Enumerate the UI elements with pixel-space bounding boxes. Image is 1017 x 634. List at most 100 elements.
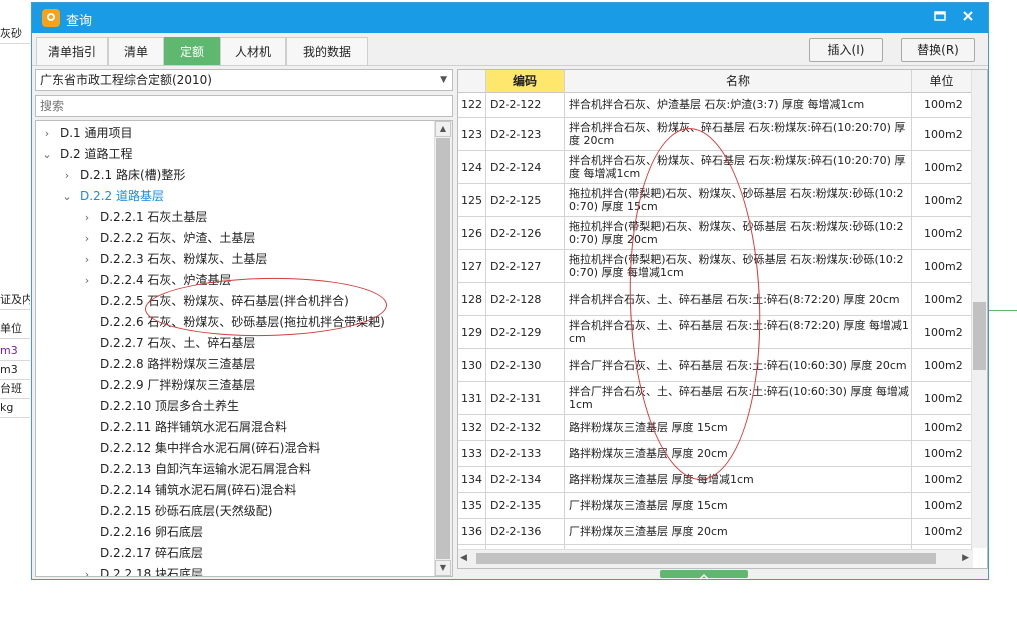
- tree-item[interactable]: D.2.2.16 卵石底层: [80, 522, 203, 543]
- tree-item[interactable]: D.2.2.11 路拌铺筑水泥石屑混合料: [80, 417, 287, 438]
- column-header-name[interactable]: 名称: [565, 70, 912, 92]
- quota-name-cell: 路拌粉煤灰三渣基层 厚度 15cm: [565, 415, 912, 440]
- tree-item[interactable]: D.2.2.13 自卸汽车运输水泥石屑混合料: [80, 459, 311, 480]
- quota-unit-cell: 100m2: [912, 382, 972, 414]
- chevron-right-icon[interactable]: ›: [80, 270, 94, 291]
- quota-name-cell: 拌合机拌合石灰、土、碎石基层 石灰:土:碎石(8:72:20) 厚度 20cm: [565, 283, 912, 315]
- table-row[interactable]: 124 D2-2-124 拌合机拌合石灰、粉煤灰、碎石基层 石灰:粉煤灰:碎石(10…: [458, 151, 972, 184]
- quota-unit-cell: 100m2: [912, 415, 972, 440]
- tree-item[interactable]: D.2.2.6 石灰、粉煤灰、砂砾基层(拖拉机拌合带梨耙): [80, 312, 385, 333]
- table-row[interactable]: 135 D2-2-135 厂拌粉煤灰三渣基层 厚度 15cm 100m2: [458, 493, 972, 519]
- replace-button[interactable]: 替换(R): [901, 38, 975, 62]
- tree-item[interactable]: D.2.2.17 碎石底层: [80, 543, 203, 564]
- scroll-right-icon[interactable]: ▶: [962, 553, 969, 563]
- close-button[interactable]: [958, 8, 978, 28]
- table-row[interactable]: 130 D2-2-130 拌合厂拌合石灰、土、碎石基层 石灰:土:碎石(10:60:…: [458, 349, 972, 382]
- quota-name-cell: 路拌粉煤灰三渣基层 厚度 20cm: [565, 441, 912, 466]
- table-row[interactable]: 127 D2-2-127 拖拉机拌合(带梨耙)石灰、粉煤灰、砂砾基层 石灰:粉煤灰:…: [458, 250, 972, 283]
- table-row[interactable]: 136 D2-2-136 厂拌粉煤灰三渣基层 厚度 20cm 100m2: [458, 519, 972, 545]
- tab-quota[interactable]: 定额: [164, 37, 220, 65]
- tree-vertical-scrollbar[interactable]: ▲ ▼: [434, 121, 452, 576]
- column-header-code[interactable]: 编码: [486, 70, 565, 92]
- table-row[interactable]: 133 D2-2-133 路拌粉煤灰三渣基层 厚度 20cm 100m2: [458, 441, 972, 467]
- chevron-right-icon[interactable]: ›: [80, 207, 94, 228]
- table-vertical-scrollbar[interactable]: [971, 70, 987, 548]
- table-row[interactable]: 132 D2-2-132 路拌粉煤灰三渣基层 厚度 15cm 100m2: [458, 415, 972, 441]
- table-scroll-thumb[interactable]: [973, 302, 986, 370]
- tab-bill[interactable]: 清单: [108, 37, 164, 65]
- quota-code-cell: D2-2-130: [486, 349, 565, 381]
- maximize-button[interactable]: [930, 8, 950, 28]
- row-number-cell: 134: [458, 467, 486, 492]
- column-header-unit[interactable]: 单位: [912, 70, 972, 92]
- tree-item[interactable]: › D.2.2.18 块石底层: [80, 564, 204, 577]
- table-row[interactable]: 129 D2-2-129 拌合机拌合石灰、土、碎石基层 石灰:土:碎石(8:72:2…: [458, 316, 972, 349]
- tree-item[interactable]: D.2.2.14 铺筑水泥石屑(碎石)混合料: [80, 480, 296, 501]
- chevron-right-icon[interactable]: ›: [80, 564, 94, 576]
- chevron-down-icon[interactable]: ⌄: [40, 144, 54, 165]
- search-input[interactable]: [35, 95, 453, 117]
- tree-item[interactable]: › D.2.1 路床(槽)整形: [60, 165, 186, 186]
- tree-item[interactable]: › D.2.2.2 石灰、炉渣、土基层: [80, 228, 256, 249]
- tab-my-data[interactable]: 我的数据: [286, 37, 368, 65]
- chevron-right-icon[interactable]: ›: [60, 165, 74, 186]
- quota-unit-cell: 100m2: [912, 441, 972, 466]
- row-number-cell: 123: [458, 118, 486, 150]
- quota-library-select[interactable]: 广东省市政工程综合定额(2010) ▼: [35, 69, 453, 91]
- bg-cell: 灰砂: [0, 24, 30, 44]
- tree-item[interactable]: ⌄ D.2.2 道路基层: [60, 186, 164, 207]
- table-row[interactable]: 131 D2-2-131 拌合厂拌合石灰、土、碎石基层 石灰:土:碎石(10:60:…: [458, 382, 972, 415]
- tree-item[interactable]: D.2.2.12 集中拌合水泥石屑(碎石)混合料: [80, 438, 320, 459]
- chevron-right-icon[interactable]: ›: [80, 249, 94, 270]
- horizontal-scroll-thumb[interactable]: [476, 553, 936, 564]
- table-row[interactable]: 125 D2-2-125 拖拉机拌合(带梨耙)石灰、粉煤灰、砂砾基层 石灰:粉煤灰:…: [458, 184, 972, 217]
- tree-item[interactable]: D.2.2.7 石灰、土、碎石基层: [80, 333, 255, 354]
- quota-unit-cell: 100m2: [912, 467, 972, 492]
- tree-item-label: D.2.2.18 块石底层: [100, 567, 204, 577]
- table-row[interactable]: 128 D2-2-128 拌合机拌合石灰、土、碎石基层 石灰:土:碎石(8:72:2…: [458, 283, 972, 316]
- tree-item[interactable]: › D.2.2.3 石灰、粉煤灰、土基层: [80, 249, 268, 270]
- table-row[interactable]: 126 D2-2-126 拖拉机拌合(带梨耙)石灰、粉煤灰、砂砾基层 石灰:粉煤灰:…: [458, 217, 972, 250]
- quota-code-cell: D2-2-122: [486, 92, 565, 117]
- quota-code-cell: D2-2-133: [486, 441, 565, 466]
- tree-item[interactable]: D.2.2.15 砂砾石底层(天然级配): [80, 501, 272, 522]
- tree-item[interactable]: › D.2.2.4 石灰、炉渣基层: [80, 270, 232, 291]
- table-horizontal-scrollbar[interactable]: ◀ ▶: [458, 549, 973, 568]
- table-row[interactable]: 122 D2-2-122 拌合机拌合石灰、炉渣基层 石灰:炉渣(3:7) 厚度 每增…: [458, 92, 972, 118]
- bg-cell: 台班: [0, 379, 30, 399]
- tab-labor-material-machine[interactable]: 人材机: [220, 37, 286, 65]
- app-logo-icon: [42, 9, 60, 27]
- row-number-cell: 122: [458, 92, 486, 117]
- tree-scroll-thumb[interactable]: [436, 138, 450, 559]
- bg-cell: 单位: [0, 319, 30, 339]
- quota-unit-cell: 100m2: [912, 316, 972, 348]
- table-row[interactable]: 123 D2-2-123 拌合机拌合石灰、粉煤灰、碎石基层 石灰:粉煤灰:碎石(10…: [458, 118, 972, 151]
- tree-item[interactable]: › D.2.2.1 石灰土基层: [80, 207, 208, 228]
- chevron-right-icon[interactable]: ›: [40, 123, 54, 144]
- table-row[interactable]: 134 D2-2-134 路拌粉煤灰三渣基层 厚度 每增减1cm 100m2: [458, 467, 972, 493]
- tree-item[interactable]: D.2.2.5 石灰、粉煤灰、碎石基层(拌合机拌合): [80, 291, 349, 312]
- table-header: 编码 名称 单位: [458, 70, 987, 93]
- chevron-down-icon[interactable]: ⌄: [60, 186, 74, 207]
- tree-item-label: D.2.2.5 石灰、粉煤灰、碎石基层(拌合机拌合): [100, 294, 349, 308]
- tree-item[interactable]: › D.1 通用项目: [40, 123, 133, 144]
- row-number-cell: 130: [458, 349, 486, 381]
- tree-item[interactable]: D.2.2.9 厂拌粉煤灰三渣基层: [80, 375, 255, 396]
- quota-tree: › D.1 通用项目 ⌄ D.2 道路工程 › D.2.1 路床(槽)整形 ⌄ D.2.2 道…: [35, 120, 453, 577]
- tab-bill-guide[interactable]: 清单指引: [36, 37, 108, 65]
- scroll-down-icon[interactable]: ▼: [435, 560, 451, 576]
- scroll-up-icon[interactable]: ▲: [435, 121, 451, 137]
- tree-item[interactable]: ⌄ D.2 道路工程: [40, 144, 132, 165]
- quota-code-cell: D2-2-132: [486, 415, 565, 440]
- quota-name-cell: 厂拌粉煤灰三渣基层 厚度 20cm: [565, 519, 912, 544]
- tree-item-label: D.2.2.12 集中拌合水泥石屑(碎石)混合料: [100, 441, 321, 455]
- insert-button[interactable]: 插入(I): [809, 38, 883, 62]
- chevron-right-icon[interactable]: ›: [80, 228, 94, 249]
- scroll-left-icon[interactable]: ◀: [460, 553, 467, 563]
- tree-item[interactable]: D.2.2.8 路拌粉煤灰三渣基层: [80, 354, 255, 375]
- row-number-cell: 133: [458, 441, 486, 466]
- pane-splitter-handle[interactable]: [660, 570, 748, 580]
- quota-code-cell: D2-2-136: [486, 519, 565, 544]
- tab-bar: 清单指引 清单 定额 人材机 我的数据 插入(I) 替换(R): [32, 35, 988, 66]
- tree-item[interactable]: D.2.2.10 顶层多合土养生: [80, 396, 239, 417]
